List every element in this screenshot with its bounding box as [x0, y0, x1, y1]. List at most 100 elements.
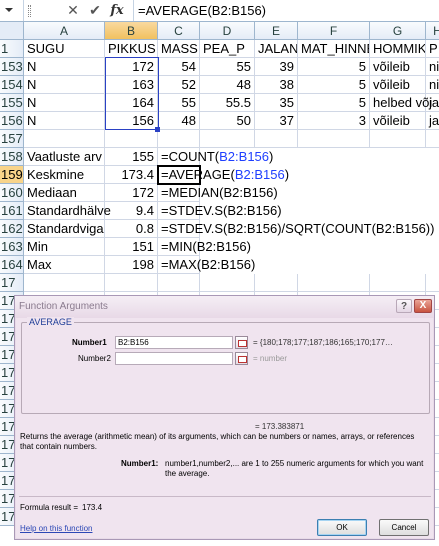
table-cell[interactable] [370, 274, 426, 292]
table-cell[interactable] [370, 130, 426, 148]
table-cell[interactable]: võileib [370, 76, 426, 94]
table-cell[interactable]: võileib [370, 58, 426, 76]
table-cell[interactable] [158, 130, 200, 148]
row-header[interactable]: 160 [0, 184, 24, 202]
table-cell[interactable]: 54 [158, 58, 200, 76]
table-cell[interactable] [426, 130, 439, 148]
stat-formula[interactable]: =STDEV.S(B2:B156)/SQRT(COUNT(B2:B156)) [158, 220, 434, 238]
stat-formula[interactable]: =MIN(B2:B156) [158, 238, 251, 256]
table-cell[interactable] [200, 274, 255, 292]
table-cell[interactable] [426, 274, 439, 292]
range-handle[interactable] [155, 127, 160, 132]
row-header[interactable]: 153 [0, 58, 24, 76]
row-header[interactable]: 158 [0, 148, 24, 166]
row-header[interactable]: 157 [0, 130, 24, 148]
stat-label[interactable]: Standardviga [24, 220, 105, 238]
enter-icon[interactable]: ✔ [86, 2, 104, 19]
table-cell[interactable]: 39 [255, 58, 298, 76]
header-cell[interactable]: PEA_P [200, 40, 255, 58]
stat-formula[interactable]: =MAX(B2:B156) [158, 256, 255, 274]
table-cell[interactable]: 35 [255, 94, 298, 112]
table-cell[interactable]: 163 [105, 76, 158, 94]
table-cell[interactable]: N [24, 58, 105, 76]
row-header[interactable]: 162 [0, 220, 24, 238]
number2-collapse-icon[interactable] [235, 352, 248, 365]
stat-formula[interactable]: =AVERAGE(B2:B156) [158, 166, 289, 184]
table-cell[interactable]: helbed või [370, 94, 432, 112]
cancel-icon[interactable]: ✕ [64, 2, 82, 19]
table-cell[interactable]: 172 [105, 58, 158, 76]
column-header-d[interactable]: D [200, 22, 255, 40]
table-cell[interactable]: 55.5 [200, 94, 255, 112]
table-cell[interactable]: 156 [105, 112, 158, 130]
header-cell[interactable]: MASS [158, 40, 200, 58]
table-cell[interactable]: 52 [158, 76, 200, 94]
header-cell[interactable]: MAT_HINNE [298, 40, 370, 58]
table-cell[interactable]: ja [426, 112, 439, 130]
formula-input[interactable]: =AVERAGE(B2:B156) [133, 0, 439, 21]
column-header-g[interactable]: G [370, 22, 426, 40]
table-cell[interactable] [200, 130, 255, 148]
insert-function-icon[interactable]: fx [108, 2, 126, 19]
table-cell[interactable]: N [24, 76, 105, 94]
table-cell[interactable] [255, 274, 298, 292]
help-button[interactable]: ? [396, 299, 412, 313]
close-button[interactable]: X [414, 299, 432, 313]
table-cell[interactable]: ni [426, 76, 439, 94]
select-all-corner[interactable] [0, 22, 24, 40]
stat-label[interactable]: Max [24, 256, 105, 274]
ok-button[interactable]: OK [317, 519, 367, 536]
stat-value[interactable]: 173.4 [105, 166, 158, 184]
stat-value[interactable]: 151 [105, 238, 158, 256]
cancel-button[interactable]: Cancel [379, 519, 429, 536]
table-cell[interactable]: 50 [200, 112, 255, 130]
row-header[interactable]: 161 [0, 202, 24, 220]
column-header-h[interactable]: H [426, 22, 439, 40]
row-header[interactable]: 163 [0, 238, 24, 256]
table-cell[interactable]: 5 [298, 76, 370, 94]
table-cell[interactable] [158, 274, 200, 292]
table-cell[interactable] [255, 130, 298, 148]
stat-value[interactable]: 9.4 [105, 202, 158, 220]
column-header-b[interactable]: B [105, 22, 158, 40]
column-header-a[interactable]: A [24, 22, 105, 40]
table-cell[interactable] [105, 274, 158, 292]
table-cell[interactable] [24, 274, 105, 292]
column-header-e[interactable]: E [255, 22, 298, 40]
number1-collapse-icon[interactable] [235, 336, 248, 349]
table-cell[interactable]: 38 [255, 76, 298, 94]
number2-input[interactable] [115, 352, 233, 365]
table-cell[interactable]: 3 [298, 112, 370, 130]
table-cell[interactable]: 164 [105, 94, 158, 112]
row-header[interactable]: 155 [0, 94, 24, 112]
table-cell[interactable] [105, 130, 158, 148]
column-header-f[interactable]: F [298, 22, 370, 40]
table-cell[interactable] [298, 274, 370, 292]
table-cell[interactable]: 37 [255, 112, 298, 130]
column-header-c[interactable]: C [158, 22, 200, 40]
table-cell[interactable]: 55 [200, 58, 255, 76]
number1-input[interactable]: B2:B156 [115, 336, 233, 349]
stat-value[interactable]: 155 [105, 148, 158, 166]
stat-value[interactable]: 172 [105, 184, 158, 202]
name-box-dropdown[interactable] [0, 0, 24, 21]
row-header[interactable]: 1 [0, 40, 24, 58]
stat-formula[interactable]: =STDEV.S(B2:B156) [158, 202, 282, 220]
table-cell[interactable]: ni [426, 58, 439, 76]
stat-label[interactable]: Keskmine [24, 166, 105, 184]
table-cell[interactable]: ja [426, 94, 439, 112]
table-cell[interactable]: 55 [158, 94, 200, 112]
stat-label[interactable]: Standardhälve [24, 202, 111, 220]
stat-label[interactable]: Min [24, 238, 105, 256]
stat-value[interactable]: 198 [105, 256, 158, 274]
table-cell[interactable]: N [24, 94, 105, 112]
stat-formula[interactable]: =MEDIAN(B2:B156) [158, 184, 278, 202]
row-header[interactable]: 154 [0, 76, 24, 94]
table-cell[interactable] [298, 130, 370, 148]
table-cell[interactable]: 48 [200, 76, 255, 94]
table-cell[interactable]: 48 [158, 112, 200, 130]
row-header[interactable]: 17 [0, 274, 24, 292]
header-cell[interactable]: PIKKUS [105, 40, 158, 58]
dialog-title-bar[interactable]: Function Arguments ? X [15, 296, 434, 318]
table-cell[interactable]: võileib [370, 112, 426, 130]
